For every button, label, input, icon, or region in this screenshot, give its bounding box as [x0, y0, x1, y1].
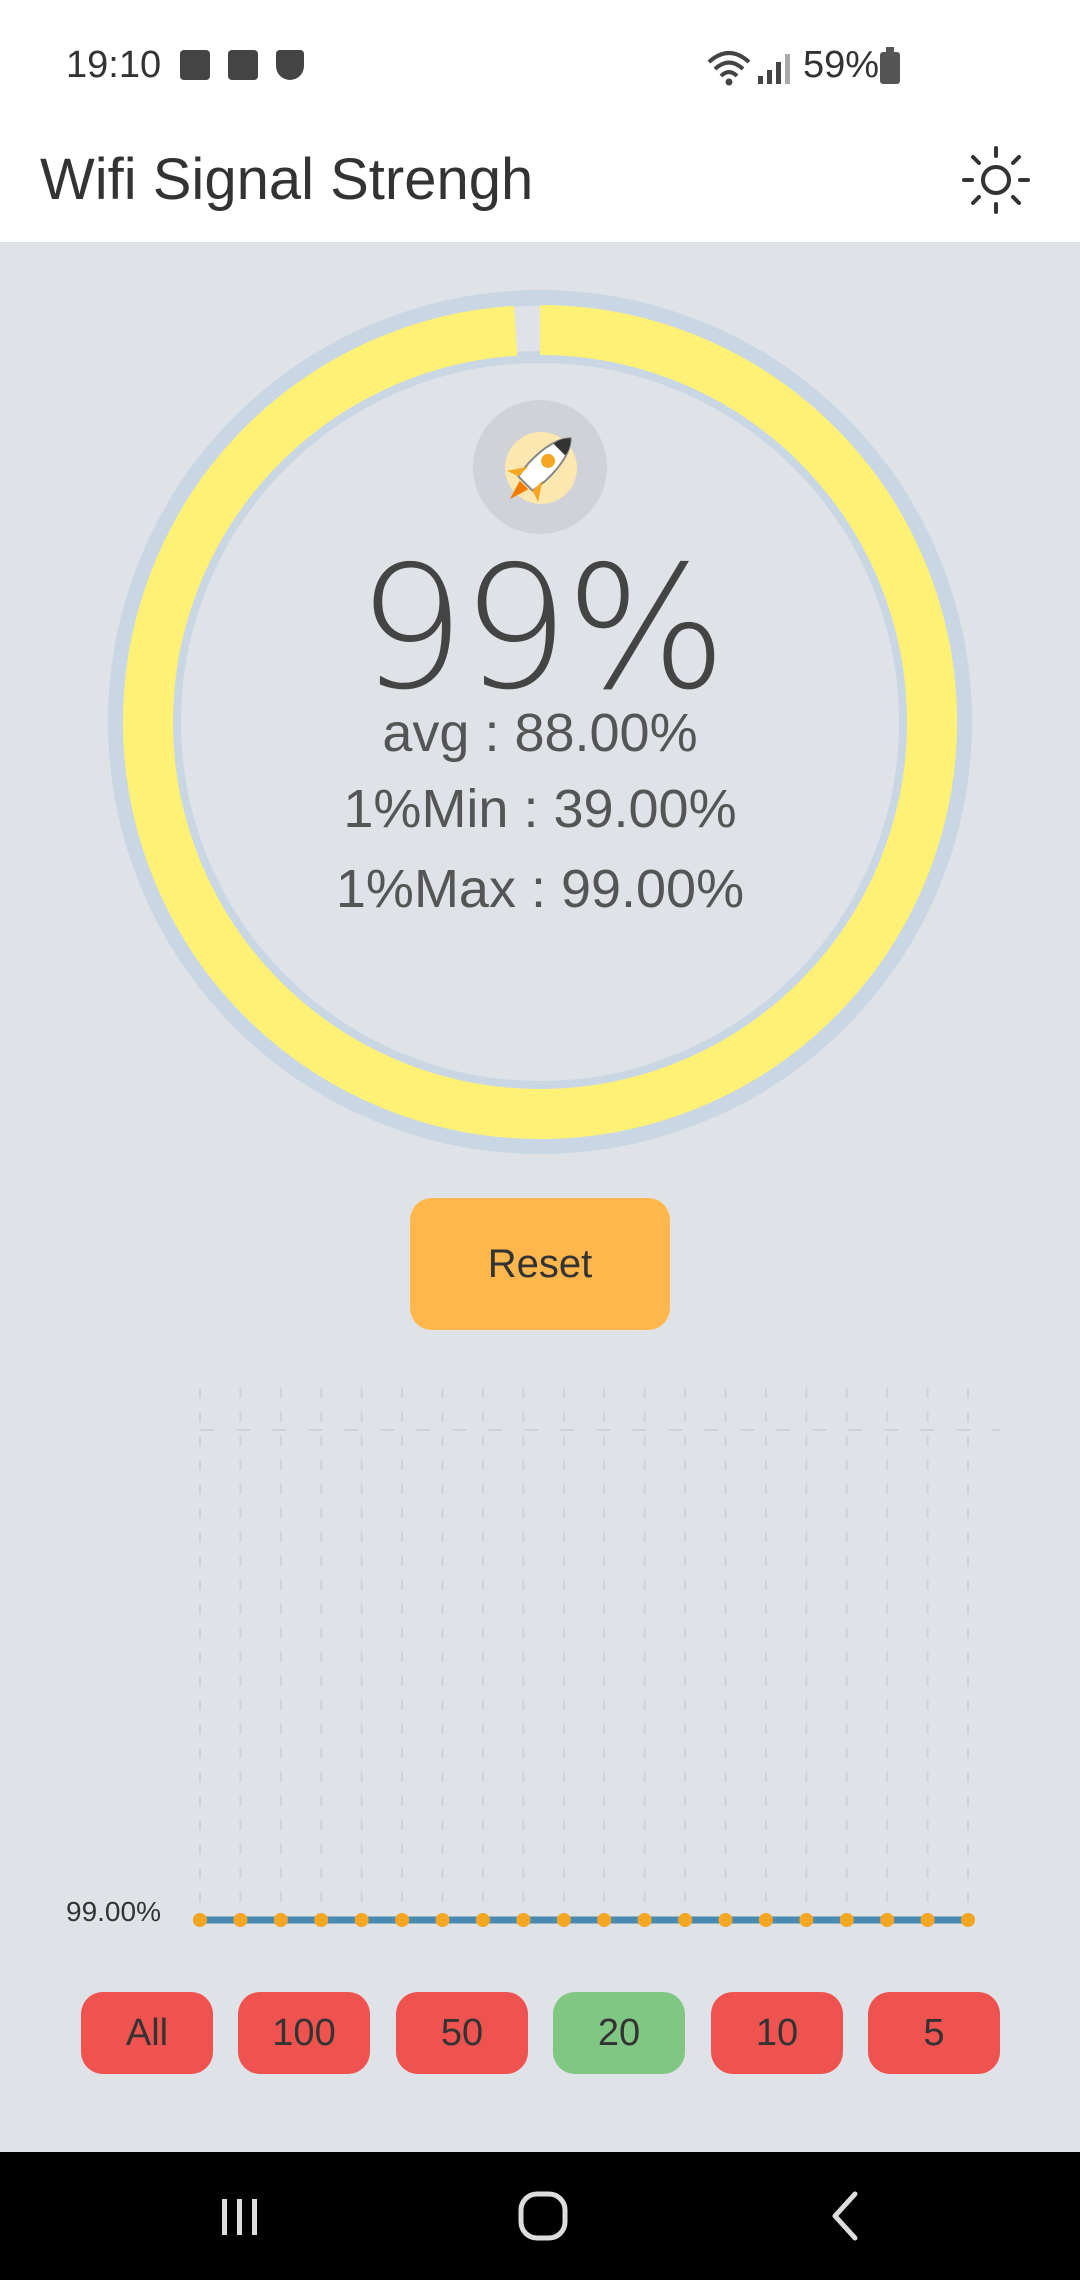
rocket-icon — [505, 432, 577, 504]
home-button[interactable] — [493, 2176, 593, 2256]
max-stat: 1%Max : 99.00% — [335, 859, 745, 919]
chart-point — [637, 1913, 652, 1927]
chart-point — [475, 1913, 490, 1927]
wifi-icon — [707, 51, 751, 86]
chart-point — [961, 1913, 975, 1927]
clock-app-icon — [228, 50, 258, 80]
chart-point — [395, 1913, 410, 1927]
recent-apps-icon — [222, 2199, 257, 2235]
chart-point — [799, 1913, 814, 1927]
chart-point — [516, 1913, 531, 1927]
app-bar: Wifi Signal Strengh — [0, 136, 1080, 242]
signal-percent-value: 99% — [357, 530, 727, 728]
chart-point — [435, 1913, 450, 1927]
range-button-100[interactable]: 100 — [238, 1992, 370, 2074]
back-button[interactable] — [796, 2176, 896, 2256]
sun-icon — [962, 146, 1030, 214]
range-button-20[interactable]: 20 — [553, 1992, 685, 2074]
chart-point — [314, 1913, 329, 1927]
range-button-50[interactable]: 50 — [396, 1992, 528, 2074]
theme-toggle-button[interactable] — [956, 140, 1036, 220]
chart-point — [354, 1913, 369, 1927]
status-bar: 19:10 59% — [0, 0, 1080, 136]
chart-point — [273, 1913, 288, 1927]
chart-point — [233, 1913, 248, 1927]
reset-button[interactable]: Reset — [410, 1198, 670, 1330]
shield-icon — [276, 50, 304, 80]
min-stat: 1%Min : 39.00% — [343, 779, 737, 839]
range-button-10[interactable]: 10 — [711, 1992, 843, 2074]
chart-series — [193, 1913, 975, 1927]
chart-point — [920, 1913, 935, 1927]
cellular-signal-icon — [758, 54, 790, 84]
home-icon — [518, 2191, 568, 2241]
range-button-all[interactable]: All — [81, 1992, 213, 2074]
range-button-5[interactable]: 5 — [868, 1992, 1000, 2074]
chart-point — [758, 1913, 773, 1927]
recent-apps-button[interactable] — [190, 2176, 290, 2256]
range-selector: All 100 50 20 10 5 — [0, 1992, 1080, 2076]
image-icon — [180, 50, 210, 80]
chart-value-label: 99.00% — [66, 1896, 161, 1927]
navigation-bar — [0, 2152, 1080, 2280]
chart-point — [678, 1913, 693, 1927]
chart-point — [880, 1913, 895, 1927]
chart-point — [597, 1913, 612, 1927]
rocket-badge — [473, 400, 607, 534]
chart-point — [193, 1913, 207, 1927]
chart-point — [839, 1913, 854, 1927]
avg-stat: avg : 88.00% — [382, 703, 698, 763]
chart-point — [556, 1913, 571, 1927]
back-icon — [832, 2191, 858, 2241]
app-title: Wifi Signal Strengh — [40, 147, 534, 212]
signal-history-chart — [193, 1388, 1000, 1927]
chart-grid — [199, 1388, 1000, 1920]
chart-point — [718, 1913, 733, 1927]
status-time: 19:10 — [66, 44, 162, 86]
battery-icon — [880, 47, 900, 84]
battery-percent: 59% — [803, 44, 880, 86]
